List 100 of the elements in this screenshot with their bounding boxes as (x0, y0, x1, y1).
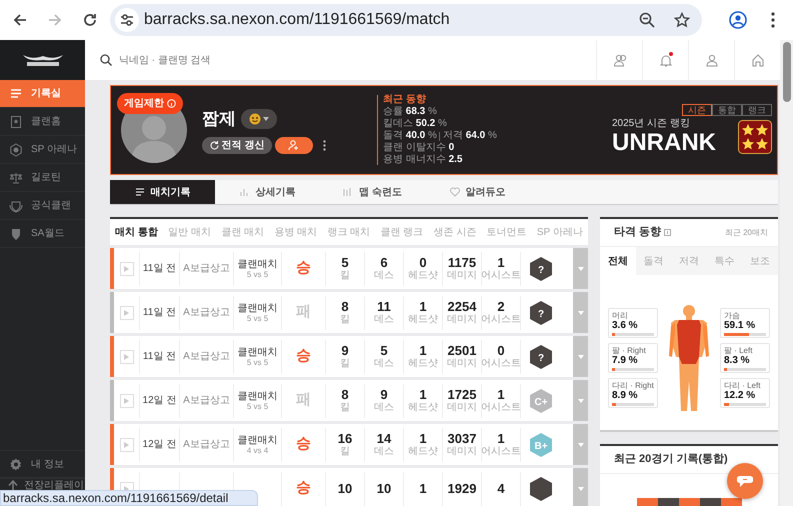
match-mode: 클랜매치 (238, 346, 278, 358)
stat-label: 데미지 (447, 446, 477, 457)
stat-value: 2 (497, 300, 505, 314)
stat-label: 헤드샷 (408, 358, 438, 369)
match-mode: 클랜매치 (238, 390, 278, 402)
stat-label: 데스 (374, 270, 394, 281)
body-part-label: 다리 · Left (724, 380, 762, 390)
grade-badge: ? (530, 344, 552, 368)
hit-percent: 7.9 % (612, 354, 638, 366)
body-part-label: 가슴 (724, 310, 741, 320)
team-size: 4 vs 4 (246, 446, 268, 454)
stat-label: 어시스트 (481, 270, 521, 281)
hit-percent: 8.9 % (612, 390, 638, 400)
match-date: 12일 전 (142, 438, 176, 452)
stat-value: 1 (497, 388, 505, 402)
stat-value: 2254 (448, 300, 476, 314)
map-name: A보급상고 (183, 438, 230, 452)
grade-badge: ? (530, 256, 552, 280)
stat-value: 16 (338, 432, 352, 446)
stat-label: 데스 (374, 402, 394, 413)
stat-label: 데미지 (447, 358, 477, 369)
section-title: 최근 동향 (383, 94, 427, 106)
match-date: 11일 전 (142, 350, 176, 364)
stat-label: 킬 (340, 314, 350, 325)
stat-label: 데스 (374, 314, 394, 325)
stat-value: 1 (497, 256, 505, 270)
body-part-label: 팔 · Left (724, 346, 754, 354)
map-name: A보급상고 (183, 262, 230, 276)
rank-text: UNRANK (612, 130, 716, 156)
match-result: 승 (296, 434, 311, 454)
stat-value: 1 (419, 482, 427, 496)
stat-value: 14 (376, 432, 392, 446)
team-size: 5 vs 5 (246, 358, 268, 366)
match-mode: 클랜매치 (238, 434, 278, 446)
stat-value: 0 (419, 256, 427, 270)
panel-title: 타격 동향 (614, 225, 662, 240)
stat-text: 돌격 40.0 % (383, 130, 437, 142)
stat-text: 클랜 이탈지수 0 (383, 142, 456, 154)
stat-value: 8 (341, 388, 349, 402)
stat-label: 데미지 (447, 402, 477, 413)
hit-percent: 3.6 % (612, 320, 639, 330)
match-mode: 클랜매치 (238, 302, 278, 314)
map-name: A보급상고 (183, 306, 230, 320)
stat-label: 데스 (374, 358, 394, 369)
match-date: 12일 전 (142, 394, 176, 408)
hit-percent: 12.2 % (724, 390, 756, 400)
team-size: 5 vs 5 (246, 402, 268, 410)
stat-value: 8 (341, 300, 349, 314)
body-part-label: 다리 · Right (612, 380, 654, 390)
stat-label: 데스 (374, 446, 394, 457)
period-label: 최근 20매치 (724, 226, 768, 238)
stat-label: 킬 (340, 402, 350, 413)
stat-value: 1 (419, 432, 427, 446)
stat-value: 1 (419, 388, 427, 402)
team-size: 5 vs 5 (246, 270, 268, 278)
player-name: 짭제 (202, 108, 236, 130)
stat-value: 1725 (448, 388, 476, 402)
stat-value: 11 (377, 300, 391, 314)
stat-value: 4 (497, 482, 505, 496)
stat-label: 헤드샷 (408, 446, 438, 457)
stat-label: 데미지 (447, 270, 477, 281)
stat-label: 킬 (340, 358, 350, 369)
stat-text: 저격 64.0 % (442, 130, 497, 142)
stat-value: 2501 (448, 344, 476, 358)
stat-value: 9 (380, 388, 388, 402)
stat-label: 어시스트 (481, 446, 521, 457)
season-label: 2025년 시즌 랭킹 (612, 118, 691, 130)
stat-value: 5 (380, 344, 388, 358)
stat-value: 3037 (448, 432, 476, 446)
grade-badge: C+ (530, 388, 552, 412)
match-mode: 클랜매치 (238, 258, 278, 270)
stat-label: 킬 (340, 270, 350, 281)
stat-value: 6 (380, 256, 388, 270)
match-date: 11일 전 (142, 262, 176, 276)
body-part-label: 팔 · Right (612, 346, 647, 354)
stat-value: 1 (497, 432, 505, 446)
stat-label: 헤드샷 (408, 270, 438, 281)
stat-label: 헤드샷 (408, 402, 438, 413)
stat-label: 어시스트 (481, 314, 521, 325)
panel-title: 최근 20경기 기록(통합) (614, 452, 728, 468)
match-date: 11일 전 (142, 306, 176, 320)
status-url-tooltip: barracks.sa.nexon.com/1191661569/detail (0, 490, 258, 506)
stat-value: 10 (376, 482, 392, 496)
map-name: A보급상고 (183, 394, 230, 408)
stat-text: 용병 매너지수 2.5 (383, 154, 464, 166)
hit-percent: 8.3 % (724, 354, 751, 366)
stat-text: 승률 68.3 % (383, 106, 438, 118)
grade-badge: ? (530, 300, 552, 324)
stat-text: 킬데스 50.2 % (383, 118, 448, 130)
match-result: 승 (296, 346, 311, 366)
stat-label: 헤드샷 (408, 314, 438, 325)
stat-value: 5 (341, 256, 349, 270)
stat-value: 9 (341, 344, 349, 358)
match-result: 승 (296, 258, 311, 278)
stat-value: 10 (338, 482, 352, 496)
stat-label: 데미지 (447, 314, 477, 325)
match-result: 승 (296, 478, 311, 498)
team-size: 5 vs 5 (246, 314, 268, 322)
stat-value: 1 (419, 344, 427, 358)
grade-badge: B+ (530, 432, 552, 456)
